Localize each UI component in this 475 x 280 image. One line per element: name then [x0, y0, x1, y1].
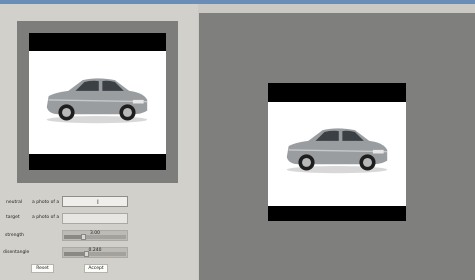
threshold-label: disentangle — [3, 250, 30, 255]
threshold-fill — [64, 252, 86, 256]
strength-track[interactable] — [64, 234, 126, 240]
target-prefix: a photo of a — [32, 215, 60, 220]
strength-label: strength — [5, 233, 24, 238]
source-image — [29, 33, 166, 170]
text-cursor-icon: I — [97, 199, 99, 206]
letterbox-top — [268, 83, 406, 102]
letterbox-top — [29, 33, 166, 51]
letterbox-bottom — [29, 154, 166, 170]
threshold-track[interactable] — [64, 251, 126, 257]
strength-slider[interactable]: 3.00 — [62, 230, 128, 241]
neutral-label: neutral — [6, 200, 23, 205]
strength-thumb[interactable] — [80, 234, 86, 240]
accept-button[interactable]: Accept — [84, 264, 108, 273]
output-canvas — [199, 13, 475, 280]
car-image — [286, 128, 388, 174]
threshold-slider[interactable]: 0.240 — [62, 247, 128, 258]
neutral-prefix: a photo of a — [32, 200, 60, 205]
output-image — [268, 83, 406, 221]
car-image — [46, 78, 148, 124]
target-label: target — [6, 215, 20, 220]
target-text-input[interactable] — [62, 213, 128, 224]
letterbox-bottom — [268, 206, 406, 221]
neutral-text-input[interactable]: I — [62, 196, 128, 207]
reset-button[interactable]: Reset — [31, 264, 54, 273]
controls-panel: neutral a photo of a I target a photo of… — [0, 4, 198, 280]
source-image-frame — [17, 21, 178, 183]
threshold-thumb[interactable] — [83, 251, 89, 257]
